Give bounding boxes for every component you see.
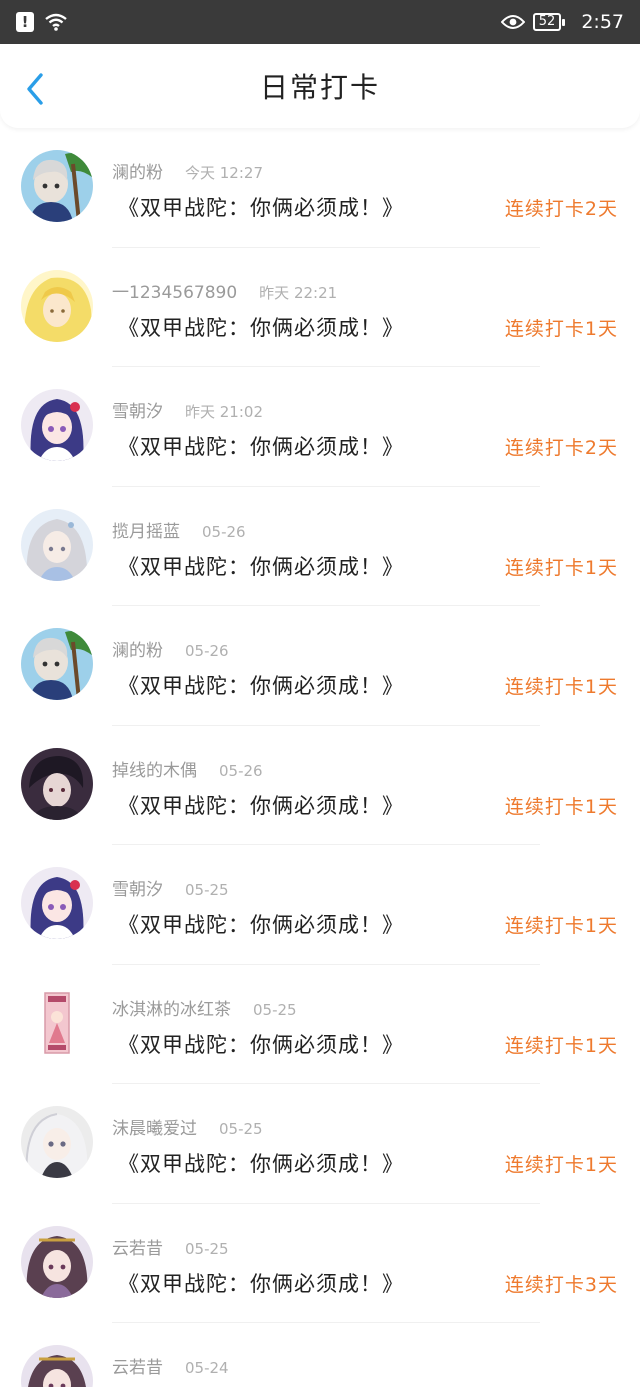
avatar[interactable] (21, 508, 93, 581)
avatar[interactable] (21, 986, 93, 1059)
checkin-meta: 雪朝汐 昨天 21:02 (112, 397, 263, 422)
checkin-meta: 一1234567890 昨天 22:21 (112, 278, 337, 303)
checkin-meta: 雪朝汐 05-25 (112, 875, 229, 900)
checkin-meta: 冰淇淋的冰红茶 05-25 (112, 995, 297, 1020)
avatar[interactable] (21, 867, 93, 939)
user-name[interactable]: 一1234567890 (112, 278, 237, 303)
wifi-icon (45, 13, 67, 31)
checkin-content: 《双甲战陀：你俩必须成！》 (118, 793, 404, 818)
user-name[interactable]: 揽月摇蓝 (112, 517, 180, 542)
streak-label: 连续打卡1天 (504, 795, 618, 818)
checkin-item[interactable]: 沫晨曦爱过 05-25 《双甲战陀：你俩必须成！》 连续打卡1天 (0, 1084, 640, 1204)
checkin-item[interactable]: 澜的粉 05-26 《双甲战陀：你俩必须成！》 连续打卡1天 (0, 606, 640, 726)
checkin-item[interactable]: 雪朝汐 05-25 《双甲战陀：你俩必须成！》 连续打卡1天 (0, 845, 640, 965)
checkin-time: 05-26 (219, 761, 263, 780)
checkin-meta: 云若昔 05-24 (112, 1353, 229, 1378)
user-name[interactable]: 冰淇淋的冰红茶 (112, 995, 231, 1020)
user-name[interactable]: 沫晨曦爱过 (112, 1114, 197, 1139)
streak-label: 连续打卡1天 (504, 676, 618, 698)
streak-label: 连续打卡1天 (504, 1034, 618, 1057)
checkin-meta: 揽月摇蓝 05-26 (112, 517, 246, 542)
user-name[interactable]: 雪朝汐 (112, 875, 163, 900)
checkin-content: 《双甲战陀：你俩必须成！》 (118, 435, 404, 459)
checkin-time: 05-25 (185, 881, 229, 899)
user-name[interactable]: 掉线的木偶 (112, 756, 197, 781)
checkin-content: 《双甲战陀：你俩必须成！》 (118, 315, 404, 340)
checkin-time: 05-25 (219, 1120, 263, 1138)
checkin-time: 05-26 (185, 642, 229, 660)
checkin-content: 《双甲战陀：你俩必须成！》 (118, 196, 404, 220)
streak-label: 连续打卡2天 (504, 437, 618, 459)
checkin-content: 《双甲战陀：你俩必须成！》 (118, 1032, 404, 1057)
checkin-time: 昨天 21:02 (185, 403, 263, 421)
checkin-time: 05-25 (253, 1000, 297, 1019)
streak-label: 连续打卡2天 (504, 198, 618, 220)
checkin-content: 《双甲战陀：你俩必须成！》 (118, 674, 404, 698)
user-name[interactable]: 云若昔 (112, 1234, 163, 1259)
status-time: 2:57 (581, 11, 624, 33)
checkin-content: 《双甲战陀：你俩必须成！》 (118, 1271, 404, 1296)
header: 日常打卡 (0, 44, 640, 128)
checkin-time: 05-25 (185, 1239, 229, 1258)
streak-label: 连续打卡3天 (504, 1273, 618, 1296)
checkin-item[interactable]: 一1234567890 昨天 22:21 《双甲战陀：你俩必须成！》 连续打卡1天 (0, 248, 640, 367)
checkin-time: 05-24 (185, 1359, 229, 1377)
checkin-content: 《双甲战陀：你俩必须成！》 (118, 554, 404, 579)
avatar[interactable] (21, 628, 93, 700)
checkin-item[interactable]: 冰淇淋的冰红茶 05-25 《双甲战陀：你俩必须成！》 连续打卡1天 (0, 965, 640, 1084)
checkin-list: 澜的粉 今天 12:27 《双甲战陀：你俩必须成！》 连续打卡2天 一123456789… (0, 128, 640, 1387)
avatar[interactable] (21, 747, 93, 820)
avatar[interactable] (21, 150, 93, 222)
checkin-content: 《双甲战陀：你俩必须成！》 (118, 1152, 404, 1176)
streak-label: 连续打卡1天 (504, 915, 618, 937)
chevron-left-icon (27, 73, 43, 105)
back-button[interactable] (22, 72, 52, 105)
checkin-time: 昨天 22:21 (259, 283, 338, 302)
checkin-content: 《双甲战陀：你俩必须成！》 (118, 913, 404, 937)
alert-icon: ! (16, 12, 34, 32)
eye-icon (500, 15, 525, 29)
user-name[interactable]: 澜的粉 (112, 158, 163, 183)
user-name[interactable]: 云若昔 (112, 1353, 163, 1378)
avatar[interactable] (21, 269, 93, 342)
streak-label: 连续打卡1天 (504, 1154, 618, 1176)
checkin-item[interactable]: 掉线的木偶 05-26 《双甲战陀：你俩必须成！》 连续打卡1天 (0, 726, 640, 845)
avatar[interactable] (21, 389, 93, 461)
page-title: 日常打卡 (259, 71, 380, 104)
avatar[interactable] (21, 1225, 93, 1298)
checkin-meta: 掉线的木偶 05-26 (112, 756, 263, 781)
checkin-meta: 云若昔 05-25 (112, 1234, 229, 1259)
checkin-item[interactable]: 揽月摇蓝 05-26 《双甲战陀：你俩必须成！》 连续打卡1天 (0, 487, 640, 606)
streak-label: 连续打卡1天 (504, 317, 618, 340)
status-bar: ! 52 2:57 (0, 0, 640, 44)
user-name[interactable]: 雪朝汐 (112, 397, 163, 422)
checkin-meta: 澜的粉 今天 12:27 (112, 158, 263, 183)
checkin-item[interactable]: 云若昔 05-25 《双甲战陀：你俩必须成！》 连续打卡3天 (0, 1204, 640, 1323)
user-name[interactable]: 澜的粉 (112, 636, 163, 661)
checkin-item[interactable]: 澜的粉 今天 12:27 《双甲战陀：你俩必须成！》 连续打卡2天 (0, 128, 640, 248)
streak-label: 连续打卡1天 (504, 556, 618, 579)
battery-icon: 52 (532, 13, 565, 31)
checkin-meta: 澜的粉 05-26 (112, 636, 229, 661)
avatar[interactable] (21, 1106, 93, 1178)
checkin-meta: 沫晨曦爱过 05-25 (112, 1114, 263, 1139)
checkin-time: 今天 12:27 (185, 164, 263, 182)
checkin-time: 05-26 (202, 522, 246, 541)
checkin-item[interactable]: 雪朝汐 昨天 21:02 《双甲战陀：你俩必须成！》 连续打卡2天 (0, 367, 640, 487)
checkin-item[interactable]: 云若昔 05-24 (0, 1323, 640, 1387)
avatar[interactable] (21, 1345, 93, 1387)
